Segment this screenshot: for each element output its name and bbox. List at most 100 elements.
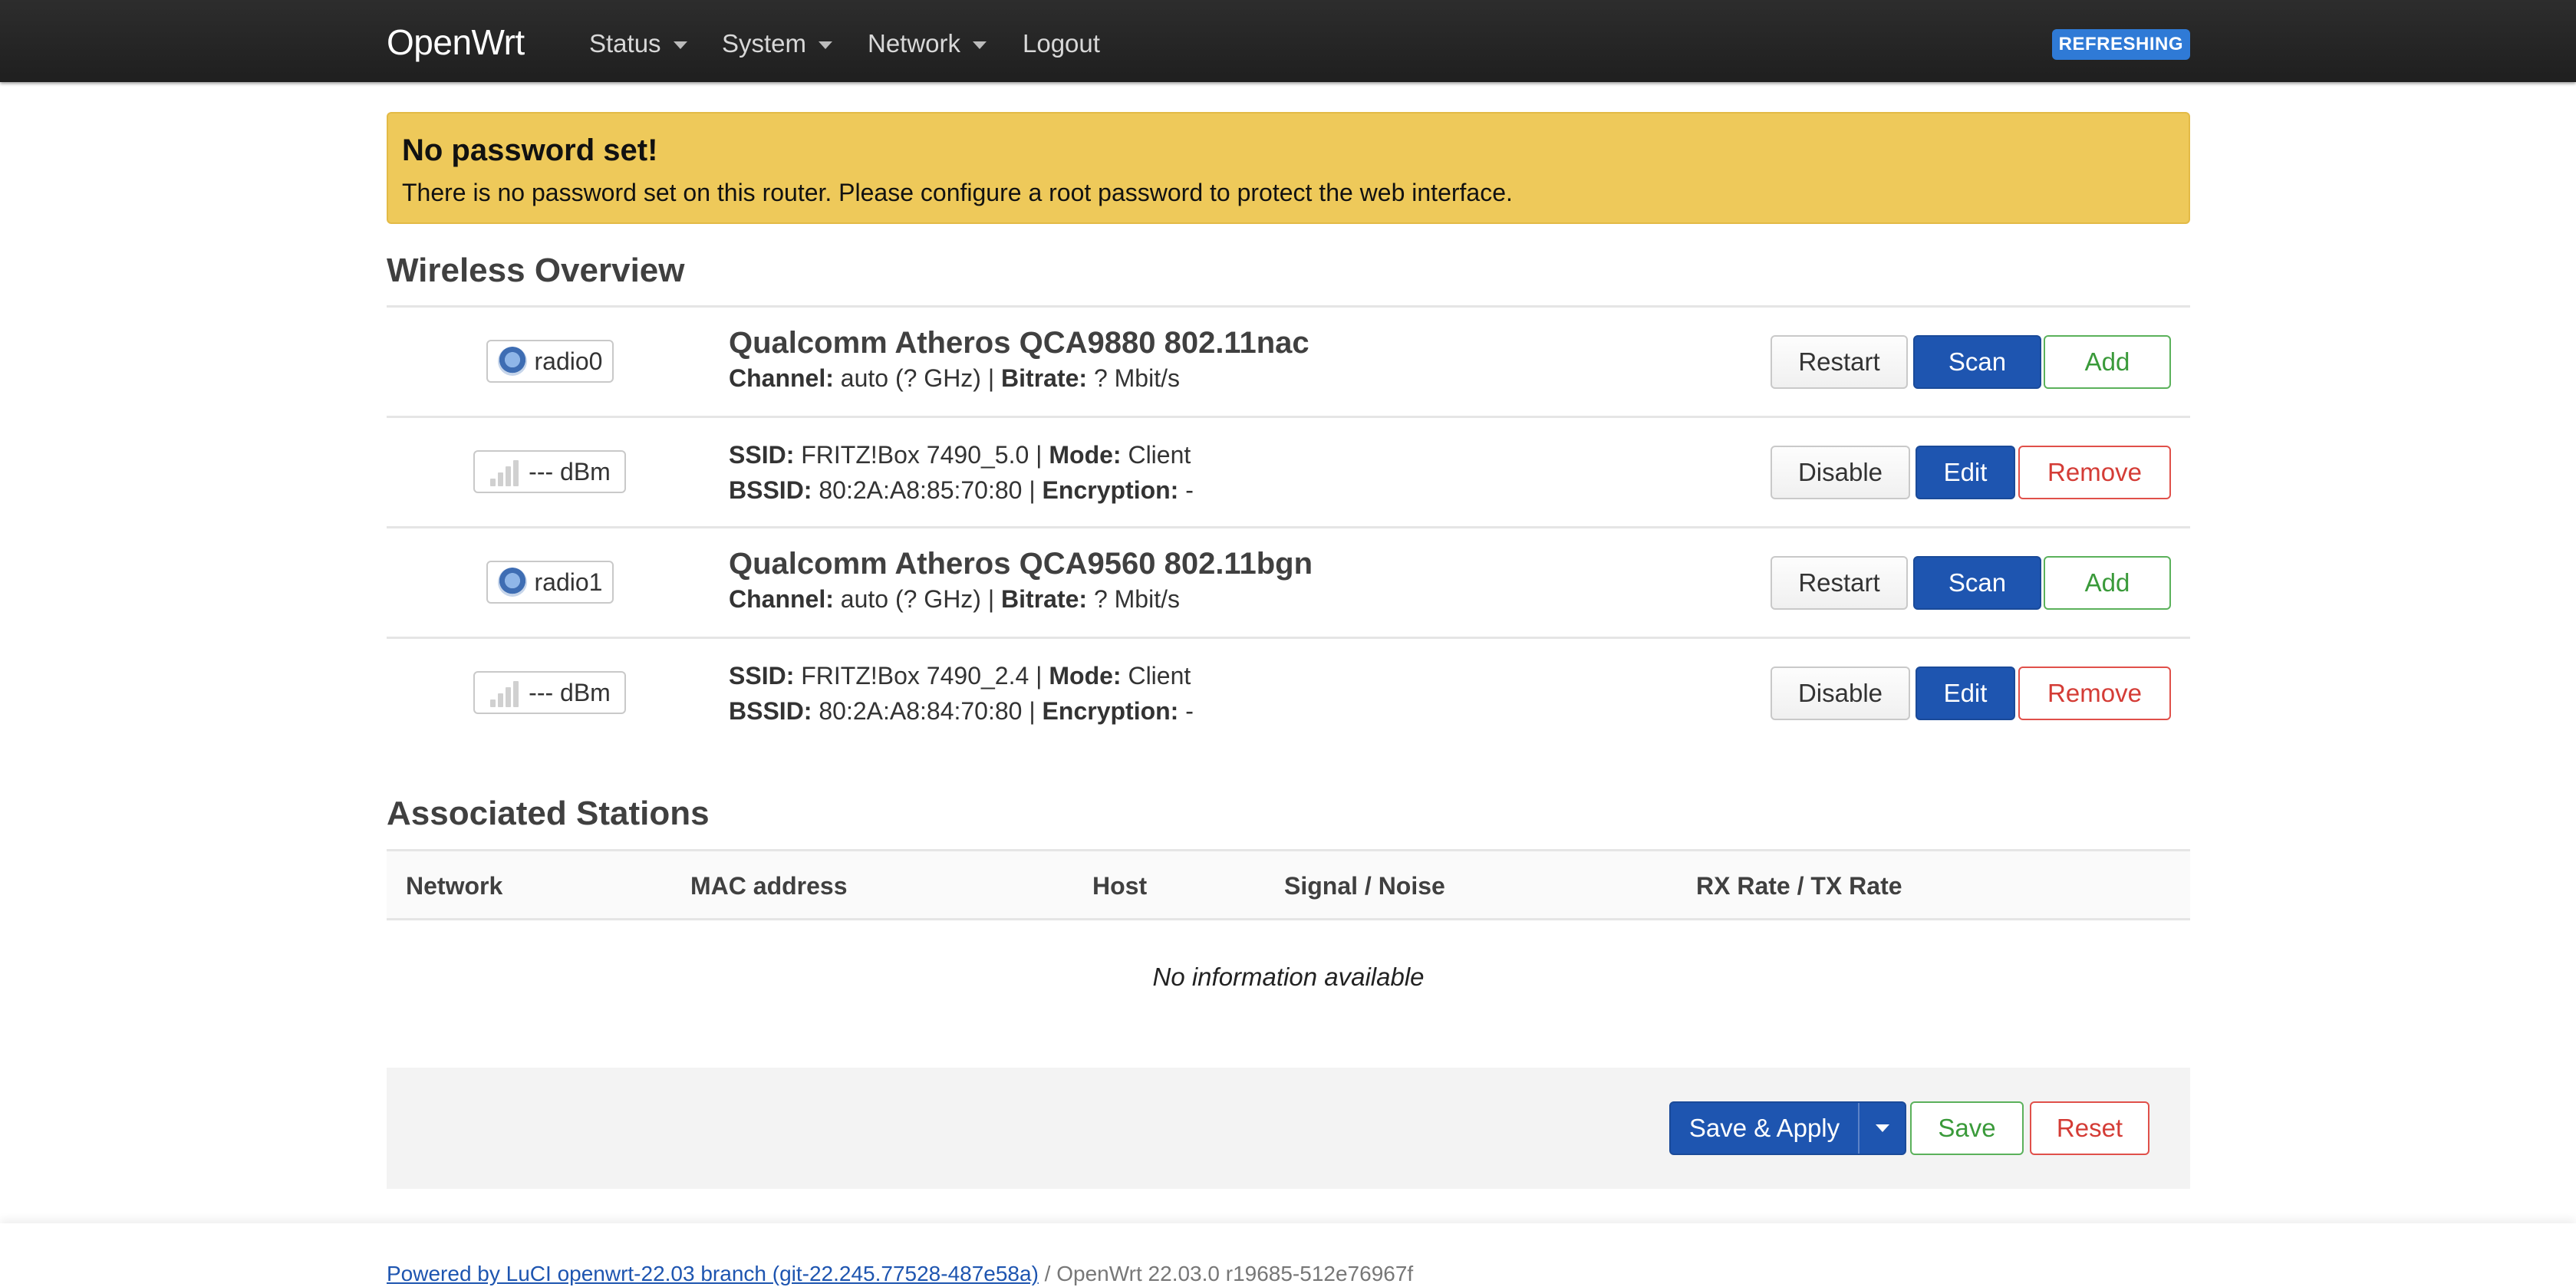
menu-status-label: Status — [589, 29, 661, 58]
radio-name: radio1 — [534, 568, 603, 596]
radio-badge: radio0 — [486, 340, 614, 383]
bitrate-label: Bitrate: — [1001, 364, 1088, 392]
menu-logout[interactable]: Logout — [1023, 29, 1100, 58]
radio-name: radio0 — [534, 347, 603, 375]
mode-value: Client — [1121, 662, 1191, 690]
alert-text: There is no password set on this router.… — [402, 179, 1513, 206]
menu-logout-label: Logout — [1023, 29, 1100, 58]
network-info: SSID: FRITZ!Box 7490_2.4 | Mode: Client … — [729, 658, 1194, 729]
restart-button[interactable]: Restart — [1771, 556, 1908, 610]
alert-title: No password set! — [402, 133, 658, 167]
bssid-value: 80:2A:A8:85:70:80 | — [812, 476, 1043, 504]
menu-network-label: Network — [868, 29, 961, 58]
col-network: Network — [406, 872, 503, 900]
save-apply-button[interactable]: Save & Apply — [1671, 1103, 1860, 1154]
network-info: SSID: FRITZ!Box 7490_5.0 | Mode: Client … — [729, 437, 1194, 508]
empty-table-message: No information available — [1152, 963, 1425, 991]
bitrate-value: ? Mbit/s — [1087, 585, 1180, 613]
radio-row-radio0: radio0 Qualcomm Atheros QCA9880 802.11na… — [387, 307, 2190, 416]
col-signal-noise: Signal / Noise — [1284, 872, 1445, 900]
no-password-alert: No password set! There is no password se… — [387, 112, 2190, 224]
menu-system[interactable]: System — [722, 29, 833, 58]
col-host: Host — [1092, 872, 1148, 900]
signal-value: --- dBm — [529, 678, 611, 706]
footer-text: Powered by LuCI openwrt-22.03 branch (gi… — [387, 1262, 1413, 1286]
save-apply-split-button: Save & Apply — [1669, 1101, 1906, 1155]
signal-badge: --- dBm — [473, 671, 626, 714]
channel-label: Channel: — [729, 364, 834, 392]
chevron-down-icon — [819, 41, 833, 49]
scan-button[interactable]: Scan — [1913, 335, 2041, 389]
page-footer: Powered by LuCI openwrt-22.03 branch (gi… — [0, 1223, 2576, 1287]
luci-link[interactable]: Powered by LuCI openwrt-22.03 branch (gi… — [387, 1262, 1039, 1285]
radio-info: Qualcomm Atheros QCA9560 802.11bgn Chann… — [729, 547, 1313, 617]
menu-network[interactable]: Network — [868, 29, 987, 58]
network-row-radio1: --- dBm SSID: FRITZ!Box 7490_2.4 | Mode:… — [387, 638, 2190, 747]
bssid-line: BSSID: 80:2A:A8:85:70:80 | Encryption: - — [729, 472, 1194, 508]
openwrt-version: / OpenWrt 22.03.0 r19685-512e76967f — [1038, 1262, 1414, 1285]
chevron-down-icon — [1875, 1124, 1889, 1132]
col-mac-address: MAC address — [690, 872, 848, 900]
bssid-value: 80:2A:A8:84:70:80 | — [812, 697, 1043, 725]
mode-label: Mode: — [1049, 441, 1122, 469]
signal-strength-icon — [489, 457, 521, 486]
encryption-value: - — [1178, 697, 1194, 725]
menu-status[interactable]: Status — [589, 29, 687, 58]
top-navbar: OpenWrt Status System Network Logout REF… — [0, 0, 2576, 82]
bssid-line: BSSID: 80:2A:A8:84:70:80 | Encryption: - — [729, 693, 1194, 729]
menu-system-label: System — [722, 29, 807, 58]
signal-badge: --- dBm — [473, 450, 626, 493]
reset-button[interactable]: Reset — [2030, 1101, 2149, 1155]
encryption-label: Encryption: — [1042, 476, 1179, 504]
remove-button[interactable]: Remove — [2018, 667, 2171, 720]
ssid-label: SSID: — [729, 662, 795, 690]
bitrate-value: ? Mbit/s — [1087, 364, 1180, 392]
channel-value: auto (? GHz) | — [833, 364, 1002, 392]
save-apply-dropdown-toggle[interactable] — [1860, 1103, 1905, 1154]
scan-button[interactable]: Scan — [1913, 556, 2041, 610]
radio-title: Qualcomm Atheros QCA9880 802.11nac — [729, 326, 1309, 360]
mode-value: Client — [1121, 441, 1191, 469]
ssid-label: SSID: — [729, 441, 795, 469]
remove-button[interactable]: Remove — [2018, 446, 2171, 499]
disable-button[interactable]: Disable — [1771, 446, 1910, 499]
encryption-label: Encryption: — [1042, 697, 1179, 725]
brand-logo[interactable]: OpenWrt — [387, 21, 525, 63]
wifi-radio-icon — [497, 568, 527, 597]
signal-value: --- dBm — [529, 457, 611, 486]
signal-strength-icon — [489, 678, 521, 707]
ssid-line: SSID: FRITZ!Box 7490_5.0 | Mode: Client — [729, 437, 1194, 472]
radio-title: Qualcomm Atheros QCA9560 802.11bgn — [729, 547, 1313, 581]
wifi-radio-icon — [497, 347, 527, 376]
bssid-label: BSSID: — [729, 476, 812, 504]
channel-label: Channel: — [729, 585, 834, 613]
mode-label: Mode: — [1049, 662, 1122, 690]
radio-details: Channel: auto (? GHz) | Bitrate: ? Mbit/… — [729, 581, 1313, 617]
col-rx-tx-rate: RX Rate / TX Rate — [1696, 872, 1902, 900]
radio-info: Qualcomm Atheros QCA9880 802.11nac Chann… — [729, 326, 1309, 396]
radio-row-radio1: radio1 Qualcomm Atheros QCA9560 802.11bg… — [387, 528, 2190, 637]
ssid-value: FRITZ!Box 7490_5.0 | — [794, 441, 1049, 469]
ssid-line: SSID: FRITZ!Box 7490_2.4 | Mode: Client — [729, 658, 1194, 693]
add-button[interactable]: Add — [2044, 335, 2171, 389]
refreshing-badge[interactable]: REFRESHING — [2051, 29, 2190, 60]
add-button[interactable]: Add — [2044, 556, 2171, 610]
ssid-value: FRITZ!Box 7490_2.4 | — [794, 662, 1049, 690]
edit-button[interactable]: Edit — [1916, 446, 2015, 499]
bitrate-label: Bitrate: — [1001, 585, 1088, 613]
form-actions: Save & Apply Save Reset — [387, 1068, 2190, 1189]
radio-details: Channel: auto (? GHz) | Bitrate: ? Mbit/… — [729, 360, 1309, 396]
save-button[interactable]: Save — [1910, 1101, 2024, 1155]
bssid-label: BSSID: — [729, 697, 812, 725]
chevron-down-icon — [673, 41, 687, 49]
disable-button[interactable]: Disable — [1771, 667, 1910, 720]
restart-button[interactable]: Restart — [1771, 335, 1908, 389]
channel-value: auto (? GHz) | — [833, 585, 1002, 613]
encryption-value: - — [1178, 476, 1194, 504]
wireless-overview-heading: Wireless Overview — [387, 252, 685, 289]
edit-button[interactable]: Edit — [1916, 667, 2015, 720]
radio-badge: radio1 — [486, 561, 614, 604]
network-row-radio0: --- dBm SSID: FRITZ!Box 7490_5.0 | Mode:… — [387, 417, 2190, 526]
chevron-down-icon — [973, 41, 987, 49]
associated-stations-heading: Associated Stations — [387, 795, 710, 832]
